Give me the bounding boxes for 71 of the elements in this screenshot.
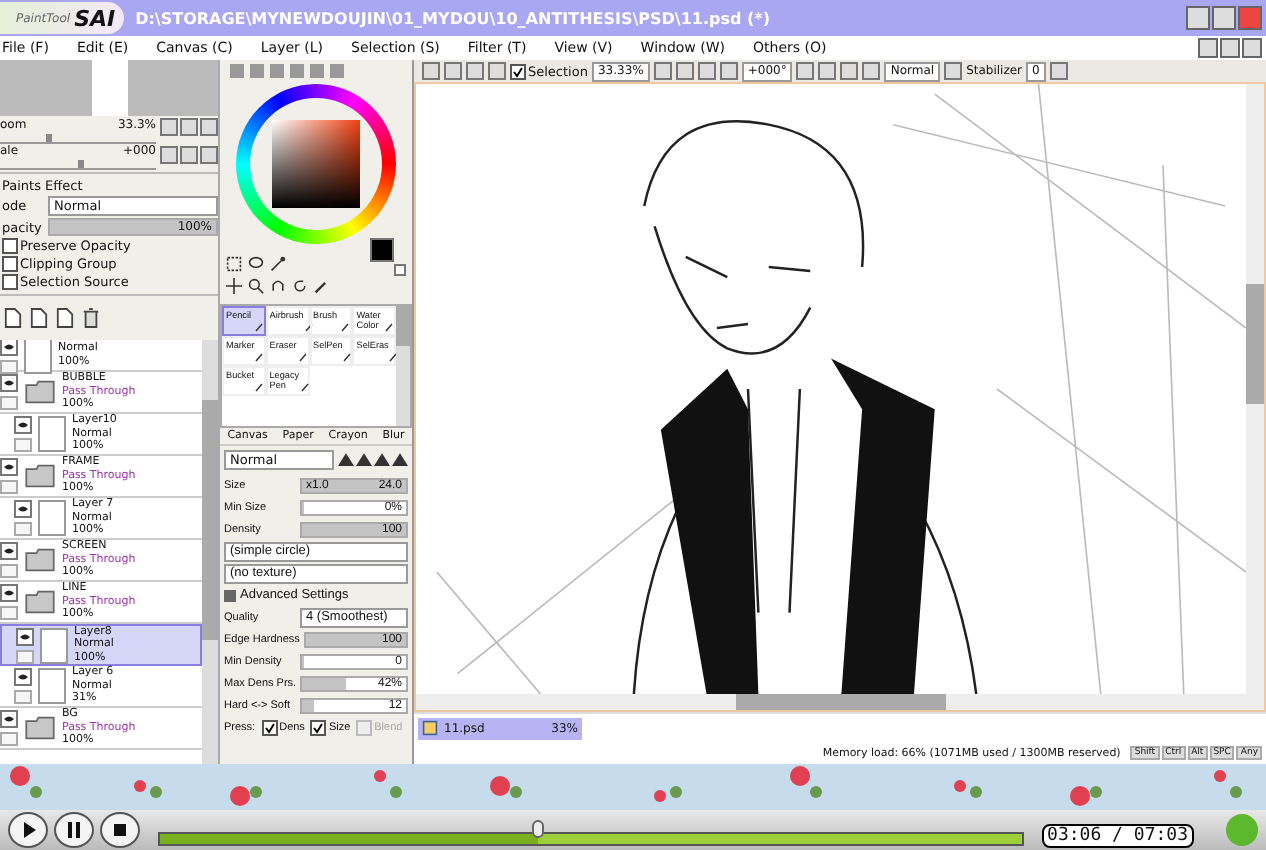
stop-button[interactable] bbox=[100, 812, 140, 848]
pen-icon bbox=[254, 382, 265, 392]
layer-thumbnail bbox=[38, 668, 66, 704]
angle-slider-thumb[interactable] bbox=[78, 160, 84, 168]
eye-icon[interactable] bbox=[14, 668, 32, 686]
lasso-icon[interactable] bbox=[248, 255, 264, 271]
scrollbar[interactable] bbox=[202, 340, 218, 764]
maximize-button[interactable] bbox=[1212, 6, 1236, 30]
toolbar-button[interactable] bbox=[944, 62, 963, 80]
lock-checkbox[interactable] bbox=[0, 480, 18, 494]
lock-checkbox[interactable] bbox=[16, 649, 34, 663]
folder-icon bbox=[24, 716, 56, 740]
stop-icon bbox=[110, 820, 130, 840]
lock-checkbox[interactable] bbox=[14, 438, 32, 452]
lock-checkbox[interactable] bbox=[0, 732, 18, 746]
secondary-color-swatch[interactable] bbox=[394, 264, 406, 276]
layer-thumbnail bbox=[40, 627, 68, 663]
rect-select-icon[interactable] bbox=[226, 255, 242, 271]
zoom-icon[interactable] bbox=[248, 277, 264, 293]
eye-icon[interactable] bbox=[0, 542, 18, 560]
lock-checkbox[interactable] bbox=[0, 359, 18, 373]
pen-icon bbox=[253, 322, 264, 332]
restore-button[interactable] bbox=[1220, 38, 1240, 58]
file-icon bbox=[422, 720, 438, 736]
folder-icon bbox=[24, 548, 56, 572]
pause-icon bbox=[64, 820, 84, 840]
rotate-icon[interactable] bbox=[292, 277, 308, 293]
pen-icon bbox=[384, 322, 394, 332]
eye-icon[interactable] bbox=[0, 374, 18, 392]
folder-icon bbox=[24, 380, 56, 404]
minimize-button[interactable] bbox=[1198, 38, 1218, 58]
pen-icon bbox=[388, 352, 399, 362]
pen-icon bbox=[299, 382, 310, 392]
eye-icon[interactable] bbox=[14, 500, 32, 518]
lock-checkbox[interactable] bbox=[0, 564, 18, 578]
scrollbar[interactable] bbox=[416, 694, 1264, 710]
eye-icon[interactable] bbox=[0, 584, 18, 602]
pen-icon bbox=[254, 352, 265, 362]
window-title: D:\STORAGE\MYNEWDOUJIN\01_MYDOU\10_ANTITHESIS\PSD\11.psd (*) bbox=[135, 9, 771, 27]
eye-icon[interactable] bbox=[0, 710, 18, 728]
move-icon[interactable] bbox=[226, 277, 242, 293]
eye-icon[interactable] bbox=[14, 416, 32, 434]
pen-icon bbox=[303, 322, 314, 332]
lock-checkbox[interactable] bbox=[0, 606, 18, 620]
pen-icon bbox=[297, 352, 307, 362]
scrollbar[interactable] bbox=[1246, 84, 1264, 694]
trash-icon[interactable] bbox=[82, 308, 100, 328]
minimize-button[interactable] bbox=[1186, 6, 1210, 30]
toolbar-button[interactable] bbox=[1049, 62, 1068, 80]
folder-icon bbox=[24, 464, 56, 488]
seek-thumb[interactable] bbox=[531, 820, 544, 838]
scrollbar[interactable] bbox=[396, 306, 410, 426]
primary-color-swatch[interactable] bbox=[370, 238, 394, 262]
folder-icon bbox=[24, 590, 56, 614]
play-button[interactable] bbox=[8, 812, 48, 848]
play-icon bbox=[18, 820, 38, 840]
lock-checkbox[interactable] bbox=[0, 396, 18, 410]
eye-icon[interactable] bbox=[0, 458, 18, 476]
layer-thumbnail bbox=[38, 416, 66, 452]
playback-time: 03:06 / 07:03 bbox=[1041, 824, 1194, 848]
close-button[interactable] bbox=[1242, 38, 1262, 58]
layer-thumbnail bbox=[38, 500, 66, 536]
pen-icon bbox=[340, 322, 351, 332]
lock-checkbox[interactable] bbox=[14, 690, 32, 704]
zoom-slider-thumb[interactable] bbox=[46, 134, 53, 142]
pen-icon bbox=[342, 352, 353, 362]
pause-button[interactable] bbox=[54, 812, 94, 848]
lock-checkbox[interactable] bbox=[14, 522, 32, 536]
eye-icon[interactable] bbox=[16, 627, 34, 645]
wand-icon[interactable] bbox=[270, 255, 286, 271]
eye-icon[interactable] bbox=[0, 340, 18, 355]
